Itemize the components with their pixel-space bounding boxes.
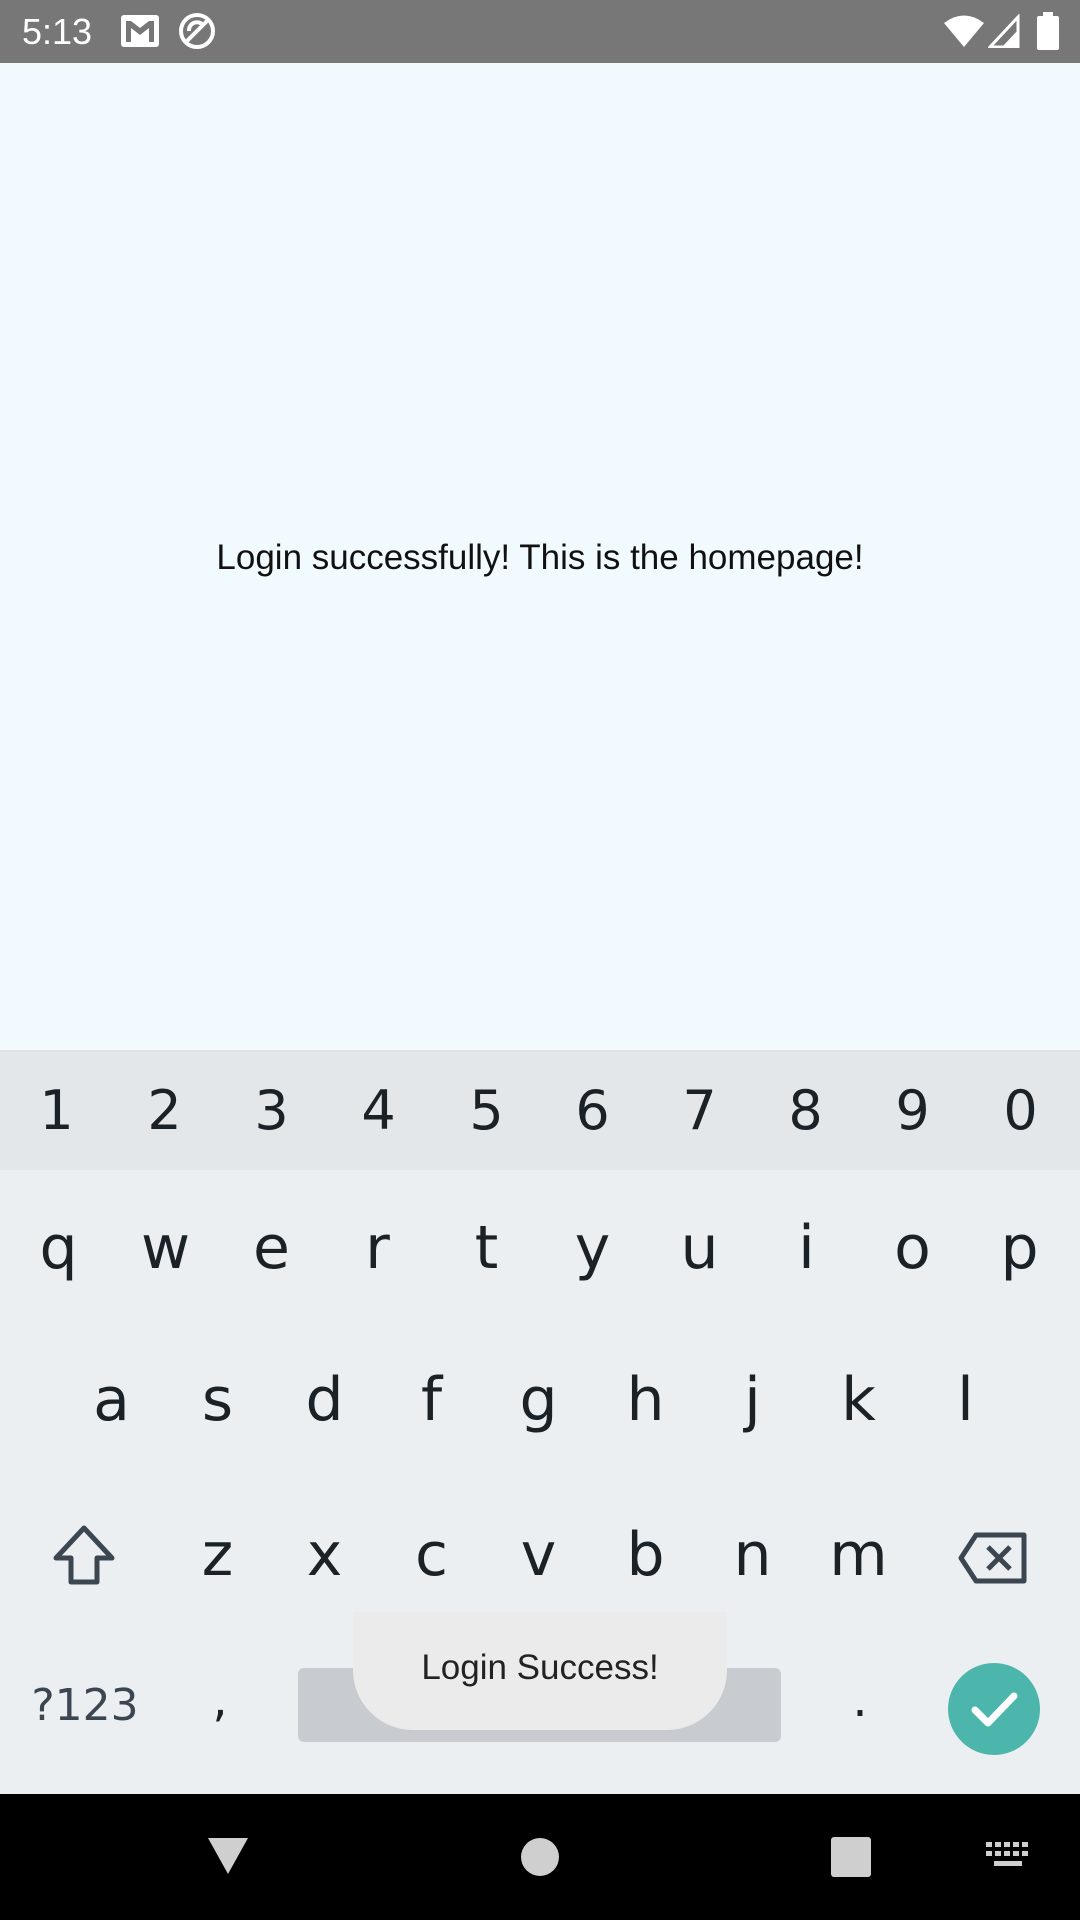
key-g[interactable]: g: [485, 1365, 592, 1435]
key-y[interactable]: y: [539, 1213, 646, 1283]
toast-text: Login Success!: [421, 1648, 659, 1687]
toast-message: Login Success!: [353, 1612, 727, 1730]
key-u[interactable]: u: [646, 1213, 753, 1283]
back-icon[interactable]: [206, 1836, 250, 1876]
status-time: 5:13: [22, 11, 93, 52]
keyboard-number-row: 1 2 3 4 5 6 7 8 9 0: [0, 1050, 1080, 1170]
period-key[interactable]: .: [825, 1670, 895, 1730]
key-7[interactable]: 7: [646, 1080, 753, 1142]
key-9[interactable]: 9: [859, 1080, 966, 1142]
key-3[interactable]: 3: [218, 1080, 325, 1142]
key-j[interactable]: j: [699, 1365, 806, 1435]
homepage-message: Login successfully! This is the homepage…: [216, 538, 864, 577]
key-8[interactable]: 8: [752, 1080, 859, 1142]
key-r[interactable]: r: [324, 1213, 431, 1283]
key-f[interactable]: f: [378, 1365, 485, 1435]
key-k[interactable]: k: [805, 1365, 912, 1435]
key-6[interactable]: 6: [539, 1080, 646, 1142]
key-m[interactable]: m: [805, 1520, 912, 1590]
key-e[interactable]: e: [218, 1213, 325, 1283]
app-content: Login successfully! This is the homepage…: [0, 63, 1080, 1050]
key-c[interactable]: c: [378, 1520, 485, 1590]
key-t[interactable]: t: [433, 1213, 540, 1283]
key-4[interactable]: 4: [325, 1080, 432, 1142]
wifi-icon: [944, 15, 984, 47]
key-o[interactable]: o: [859, 1213, 966, 1283]
do-not-disturb-icon: [179, 13, 215, 49]
key-i[interactable]: i: [753, 1213, 860, 1283]
key-5[interactable]: 5: [433, 1080, 540, 1142]
key-v[interactable]: v: [485, 1520, 592, 1590]
key-p[interactable]: p: [966, 1213, 1073, 1283]
key-b[interactable]: b: [592, 1520, 699, 1590]
backspace-icon[interactable]: [958, 1532, 1028, 1584]
key-z[interactable]: z: [164, 1520, 271, 1590]
signal-icon: [988, 14, 1020, 48]
key-0[interactable]: 0: [967, 1080, 1074, 1142]
enter-button[interactable]: [948, 1663, 1040, 1755]
symbols-key[interactable]: ?123: [20, 1678, 150, 1734]
key-w[interactable]: w: [112, 1213, 219, 1283]
battery-icon: [1037, 12, 1059, 50]
key-h[interactable]: h: [592, 1365, 699, 1435]
comma-key[interactable]: ,: [185, 1670, 255, 1730]
key-1[interactable]: 1: [3, 1080, 110, 1142]
key-s[interactable]: s: [164, 1365, 271, 1435]
key-q[interactable]: q: [5, 1213, 112, 1283]
recents-icon[interactable]: [830, 1836, 872, 1878]
key-x[interactable]: x: [271, 1520, 378, 1590]
key-a[interactable]: a: [58, 1365, 165, 1435]
key-l[interactable]: l: [912, 1365, 1019, 1435]
status-bar: 5:13: [0, 0, 1080, 63]
gmail-icon: [121, 15, 159, 47]
shift-icon[interactable]: [52, 1524, 116, 1586]
home-icon[interactable]: [520, 1837, 560, 1877]
key-n[interactable]: n: [699, 1520, 806, 1590]
keyboard-switch-icon[interactable]: [986, 1842, 1030, 1870]
key-2[interactable]: 2: [111, 1080, 218, 1142]
key-d[interactable]: d: [271, 1365, 378, 1435]
check-icon: [971, 1692, 1018, 1727]
navigation-bar: [0, 1794, 1080, 1920]
